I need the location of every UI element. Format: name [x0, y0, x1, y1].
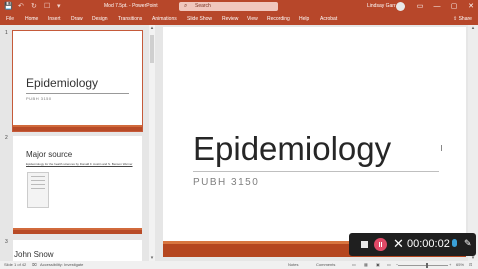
normal-view-icon[interactable]: ▭ — [352, 261, 356, 269]
slideshow-view-icon[interactable]: ▭ — [387, 261, 391, 269]
document-title: Mod 7.5pt. - PowerPoint — [104, 3, 158, 9]
thumbnail-number: 1 — [5, 30, 8, 36]
title-rule — [193, 171, 439, 172]
close-button[interactable]: ✕ — [464, 0, 478, 13]
pen-icon[interactable]: ✎ — [464, 238, 472, 249]
presentation-icon[interactable]: ☐ — [44, 0, 50, 13]
tab-review[interactable]: Review — [222, 13, 238, 25]
fit-to-window-icon[interactable]: ⊡ — [469, 261, 472, 269]
slide-title[interactable]: Epidemiology — [193, 129, 391, 169]
stop-recording-button[interactable] — [361, 241, 368, 248]
pause-recording-button[interactable] — [374, 238, 387, 251]
slide-thumbnail-1[interactable]: Epidemiology PUBH 3150 — [12, 30, 143, 132]
slide-counter: Slide 1 of 42 — [4, 262, 27, 267]
zoom-slider[interactable] — [398, 265, 448, 266]
spell-check-icon[interactable]: ⌧ — [32, 261, 37, 269]
thumbnail-band — [13, 125, 142, 131]
search-placeholder: Search — [195, 3, 211, 9]
zoom-level[interactable]: 65% — [456, 261, 464, 269]
main-scrollbar[interactable]: ▴ ▾ — [468, 25, 478, 261]
comments-button[interactable]: Comments — [316, 261, 335, 269]
redo-icon[interactable]: ↻ — [31, 0, 37, 13]
microphone-icon[interactable] — [452, 239, 457, 247]
reading-view-icon[interactable]: ▣ — [376, 261, 380, 269]
thumbnail-number: 2 — [5, 135, 8, 141]
thumbnail-title: Epidemiology — [26, 76, 99, 90]
customize-toolbar-icon[interactable]: ▾ — [57, 0, 61, 13]
notes-button[interactable]: Notes — [288, 261, 298, 269]
scroll-up-icon[interactable]: ▴ — [468, 25, 478, 31]
search-icon: ⌕ — [184, 3, 188, 9]
slide-thumbnail-pane: 1 Epidemiology PUBH 3150 2 Major source … — [0, 25, 158, 261]
scroll-thumb[interactable] — [150, 35, 154, 63]
tab-slide-show[interactable]: Slide Show — [187, 13, 212, 25]
maximize-button[interactable]: ▢ — [447, 0, 461, 13]
share-button[interactable]: ⇪ Share — [453, 13, 472, 25]
save-icon[interactable]: 💾 — [4, 0, 13, 13]
status-bar: Slide 1 of 42 ⌧ Accessibility: Investiga… — [0, 261, 478, 269]
slide-sorter-icon[interactable]: ▦ — [364, 261, 368, 269]
tab-file[interactable]: File — [6, 13, 14, 25]
thumbnail-caption: Epidemiology for the health sciences by … — [26, 162, 133, 166]
thumbnail-rule — [26, 93, 129, 94]
thumbnail-title: Major source — [26, 150, 73, 159]
zoom-slider-knob[interactable] — [426, 263, 428, 268]
recording-timer: 00:00:02 — [407, 238, 450, 250]
scroll-up-icon[interactable]: ▴ — [149, 25, 155, 31]
accessibility-status[interactable]: Accessibility: Investigate — [40, 261, 83, 269]
ribbon-tabs: File Home Insert Draw Design Transitions… — [0, 13, 478, 25]
mouse-cursor-icon — [441, 145, 445, 151]
share-label: Share — [458, 16, 472, 22]
search-box[interactable]: ⌕ Search — [179, 2, 278, 11]
tab-design[interactable]: Design — [92, 13, 108, 25]
thumbnail-subtitle: PUBH 3150 — [26, 96, 52, 101]
zoom-in-icon[interactable]: + — [449, 261, 451, 269]
slide-subtitle[interactable]: PUBH 3150 — [193, 177, 259, 188]
avatar[interactable] — [396, 2, 405, 11]
tab-view[interactable]: View — [247, 13, 258, 25]
tab-home[interactable]: Home — [25, 13, 38, 25]
recording-toolbar: ✕ 00:00:02 ✎ — [349, 233, 476, 256]
ribbon-display-icon[interactable]: ▭ — [413, 0, 427, 13]
tab-transitions[interactable]: Transitions — [118, 13, 142, 25]
minimize-button[interactable]: — — [430, 0, 444, 13]
tab-insert[interactable]: Insert — [48, 13, 61, 25]
slide-canvas[interactable]: Epidemiology PUBH 3150 — [163, 27, 466, 257]
cancel-recording-icon[interactable]: ✕ — [393, 236, 404, 252]
tab-animations[interactable]: Animations — [152, 13, 177, 25]
title-bar: 💾 ↶ ↻ ☐ ▾ Mod 7.5pt. - PowerPoint ⌕ Sear… — [0, 0, 478, 13]
slide-thumbnail-2[interactable]: Major source Epidemiology for the health… — [13, 136, 142, 234]
slide-thumbnail-3[interactable]: John Snow — [13, 240, 142, 261]
thumbnail-scrollbar[interactable]: ▴ ▾ — [149, 25, 155, 261]
thumbnail-title: John Snow — [14, 250, 54, 259]
user-name[interactable]: Lindsay Garr — [367, 0, 396, 13]
thumbnail-band — [13, 228, 142, 234]
tab-acrobat[interactable]: Acrobat — [320, 13, 337, 25]
tab-draw[interactable]: Draw — [71, 13, 83, 25]
undo-icon[interactable]: ↶ — [18, 0, 24, 13]
tab-help[interactable]: Help — [299, 13, 309, 25]
thumbnail-number: 3 — [5, 239, 8, 245]
book-cover-image — [27, 172, 49, 208]
tab-recording[interactable]: Recording — [267, 13, 290, 25]
